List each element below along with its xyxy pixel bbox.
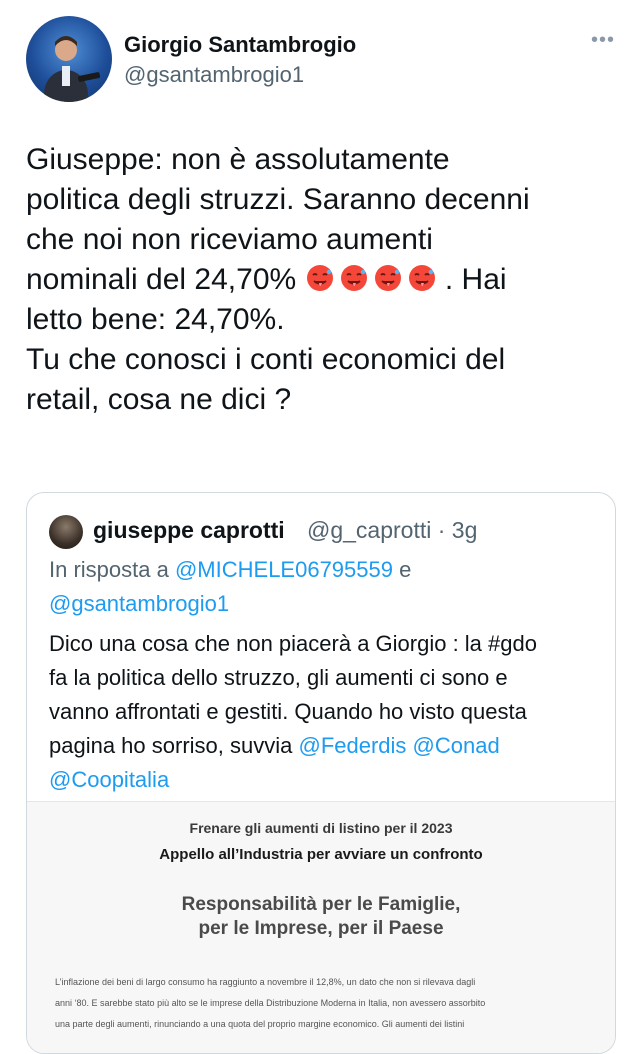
tweet-header: Giorgio Santambrogio @gsantambrogio1 ••• bbox=[26, 16, 626, 106]
hot-face-icon bbox=[306, 265, 333, 291]
document-subtitle: per le Imprese, per il Paese bbox=[198, 918, 444, 939]
document-title: Appello all’Industria per avviare un con… bbox=[159, 846, 483, 863]
tweet-line: che noi non riceviamo aumenti bbox=[26, 223, 433, 256]
mention-link[interactable]: @Federdis bbox=[298, 733, 406, 758]
document-title: Frenare gli aumenti di listino per il 20… bbox=[189, 820, 453, 836]
author-name[interactable]: Giorgio Santambrogio bbox=[124, 32, 356, 58]
tweet-line: Giuseppe: non è assolutamente bbox=[26, 143, 450, 176]
tweet-text: Giuseppe: non è assolutamente politica d… bbox=[26, 140, 620, 420]
tweet-line: Tu che conosci i conti economici del bbox=[26, 343, 506, 376]
author-avatar-photo bbox=[44, 36, 101, 102]
quoted-text-line: @Coopitalia bbox=[49, 763, 609, 797]
hot-face-icon bbox=[408, 265, 435, 291]
tweet-line-part: nominali del 24,70% bbox=[26, 263, 297, 296]
hot-face-icon bbox=[374, 265, 401, 291]
quoted-tweet-text: Dico una cosa che non piacerà a Giorgio … bbox=[49, 627, 609, 797]
author-handle[interactable]: @gsantambrogio1 bbox=[124, 62, 304, 88]
mention-link[interactable]: @MICHELE06795559 bbox=[175, 557, 393, 582]
more-horizontal-icon: ••• bbox=[590, 29, 615, 51]
tweet-line: politica degli struzzi. Saranno decenni bbox=[26, 183, 530, 216]
tweet-line: retail, cosa ne dici ? bbox=[26, 383, 292, 416]
quoted-author-name[interactable]: giuseppe caprotti bbox=[93, 517, 285, 544]
emoji-group bbox=[305, 263, 437, 293]
document-body-line: anni ‘80. E sarebbe stato più alto se le… bbox=[55, 998, 486, 1008]
document-body-line: L’inflazione dei beni di largo consumo h… bbox=[55, 977, 476, 987]
tweet-line: letto bene: 24,70%. bbox=[26, 303, 285, 336]
author-avatar[interactable] bbox=[26, 16, 112, 102]
tweet-line-part: . Hai bbox=[444, 263, 507, 296]
tweet-line: nominali del 24,70% . Hai bbox=[26, 260, 620, 300]
quoted-text-part: pagina ho sorriso, suvvia bbox=[49, 733, 293, 758]
hot-face-icon bbox=[340, 265, 367, 291]
quoted-text-line: vanno affrontati e gestiti. Quando ho vi… bbox=[49, 699, 527, 724]
mention-link[interactable]: @gsantambrogio1 bbox=[49, 591, 229, 616]
document-body: L’inflazione dei beni di largo consumo h… bbox=[55, 972, 595, 1035]
document-subtitle: Responsabilità per le Famiglie, bbox=[181, 894, 461, 915]
quoted-text-line: fa la politica dello struzzo, gli aument… bbox=[49, 665, 508, 690]
quoted-author-avatar[interactable] bbox=[49, 515, 83, 549]
quoted-author-handle-time: @g_caprotti · 3g bbox=[307, 517, 478, 543]
quoted-text-line: pagina ho sorriso, suvvia @Federdis @Con… bbox=[49, 729, 609, 763]
reply-context: In risposta a @MICHELE06795559 e @gsanta… bbox=[49, 553, 599, 621]
more-options-button[interactable]: ••• bbox=[586, 30, 620, 54]
mention-link[interactable]: @Coopitalia bbox=[49, 767, 169, 792]
quoted-tweet-image[interactable]: Frenare gli aumenti di listino per il 20… bbox=[27, 801, 615, 1053]
mention-link[interactable]: @Conad bbox=[413, 733, 500, 758]
quoted-text-line: Dico una cosa che non piacerà a Giorgio … bbox=[49, 631, 537, 656]
quoted-tweet-card[interactable]: giuseppe caprotti @g_caprotti · 3g In ri… bbox=[26, 492, 616, 1054]
document-body-line: una parte degli aumenti, rinunciando a u… bbox=[55, 1019, 465, 1029]
reply-prefix: In risposta a bbox=[49, 557, 169, 582]
reply-conjunction: e bbox=[399, 557, 412, 582]
